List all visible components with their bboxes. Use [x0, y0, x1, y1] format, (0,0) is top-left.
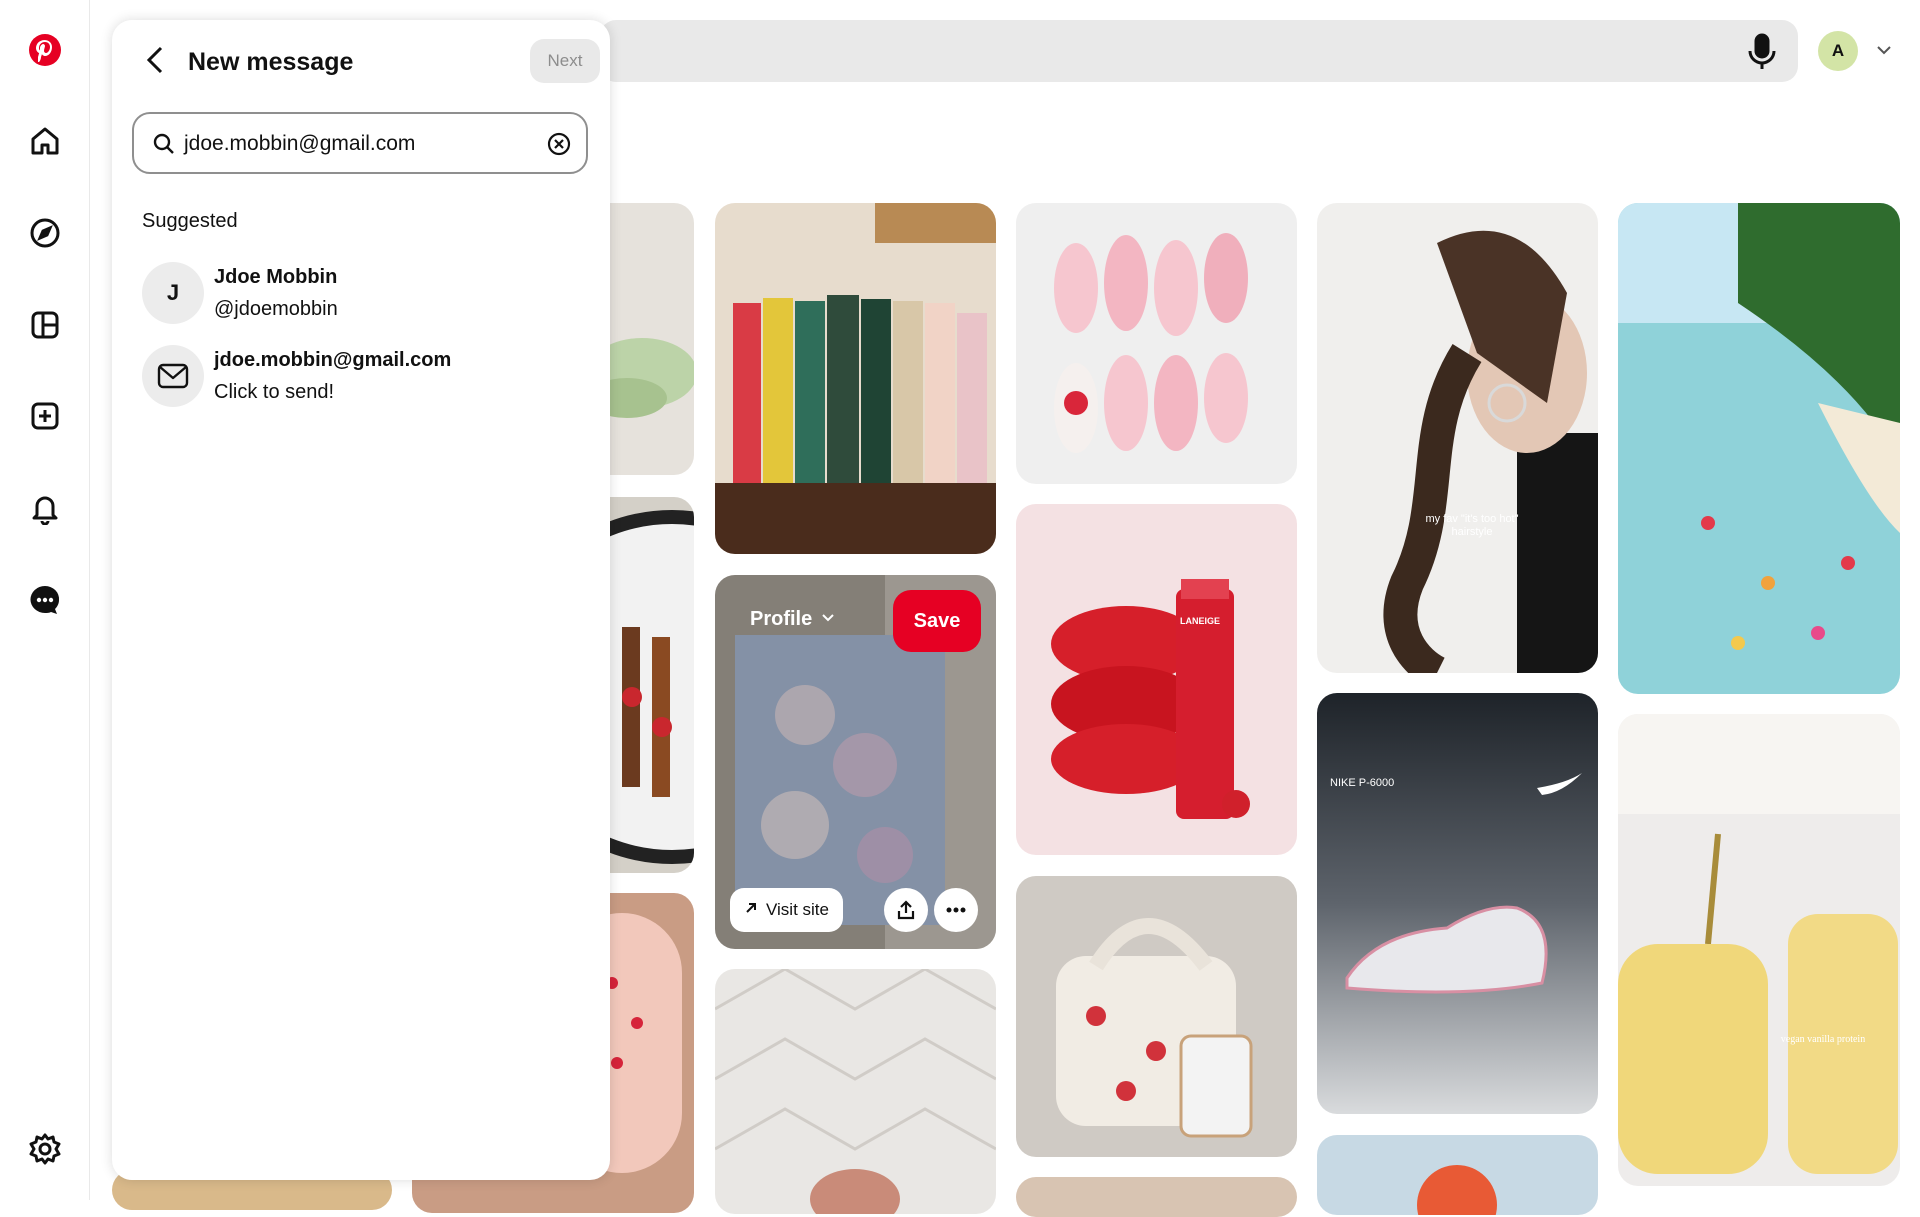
- shoe-caption: NIKE P-6000: [1330, 777, 1395, 789]
- search-value[interactable]: jdoe.mobbin@gmail.com: [184, 130, 415, 158]
- messages-icon[interactable]: [25, 580, 65, 620]
- suggestion-name: Jdoe Mobbin: [214, 266, 338, 288]
- recipient-search-input[interactable]: jdoe.mobbin@gmail.com: [132, 112, 588, 174]
- mail-icon: [142, 345, 204, 407]
- new-message-panel: New message Next jdoe.mobbin@gmail.com S…: [112, 20, 610, 1180]
- pin-image[interactable]: NIKE P-6000: [1317, 693, 1598, 1114]
- pin-caption: my fav "it's too hot": [1425, 513, 1519, 525]
- pin-image[interactable]: [1016, 203, 1297, 484]
- visit-site-label: Visit site: [766, 900, 829, 919]
- pin-image[interactable]: [715, 203, 996, 554]
- top-search-bar[interactable]: [600, 20, 1798, 82]
- visit-site-button[interactable]: Visit site: [730, 888, 843, 932]
- save-button[interactable]: Save: [893, 590, 981, 652]
- pin-image[interactable]: my fav "it's too hot" hairstyle: [1317, 203, 1598, 673]
- clear-icon[interactable]: [546, 131, 572, 157]
- pin-caption: hairstyle: [1451, 526, 1493, 538]
- pin-image[interactable]: [1317, 1135, 1598, 1215]
- pin-image[interactable]: [1016, 1177, 1297, 1217]
- pin-image[interactable]: vegan vanilla protein: [1618, 714, 1900, 1186]
- home-icon[interactable]: [25, 121, 65, 161]
- board-selector[interactable]: Profile: [750, 608, 836, 631]
- avatar: J: [142, 262, 204, 324]
- pin-image[interactable]: LANEIGE: [1016, 504, 1297, 855]
- more-options-icon[interactable]: [934, 888, 978, 932]
- external-link-icon: [744, 900, 758, 920]
- notifications-icon[interactable]: [25, 488, 65, 528]
- panel-title: New message: [188, 48, 354, 76]
- share-icon[interactable]: [884, 888, 928, 932]
- next-button[interactable]: Next: [530, 39, 600, 83]
- suggestion-item[interactable]: jdoe.mobbin@gmail.com Click to send!: [142, 345, 582, 409]
- pin-image[interactable]: [715, 969, 996, 1214]
- user-avatar[interactable]: A: [1818, 31, 1858, 71]
- explore-icon[interactable]: [25, 213, 65, 253]
- lipstick-brand-text: LANEIGE: [1180, 616, 1221, 626]
- pin-image[interactable]: [1016, 876, 1297, 1157]
- suggestion-item[interactable]: J Jdoe Mobbin @jdoemobbin: [142, 262, 582, 326]
- microphone-icon[interactable]: [1744, 32, 1780, 72]
- boards-icon[interactable]: [25, 305, 65, 345]
- nav-rail: [0, 0, 90, 1200]
- suggestion-handle: @jdoemobbin: [214, 298, 338, 320]
- board-selector-label: Profile: [750, 608, 813, 630]
- pinterest-logo-icon[interactable]: [25, 30, 65, 70]
- pin-image[interactable]: [1618, 203, 1900, 694]
- suggestion-hint: Click to send!: [214, 381, 335, 403]
- back-arrow-icon[interactable]: [136, 40, 176, 80]
- chevron-down-icon: [820, 608, 836, 631]
- settings-icon[interactable]: [25, 1129, 65, 1169]
- suggestion-email: jdoe.mobbin@gmail.com: [214, 349, 452, 371]
- create-icon[interactable]: [25, 396, 65, 436]
- smoothie-caption: vegan vanilla protein: [1780, 1034, 1866, 1045]
- search-icon: [152, 132, 176, 156]
- suggested-heading: Suggested: [142, 210, 238, 232]
- chevron-down-icon[interactable]: [1874, 40, 1894, 60]
